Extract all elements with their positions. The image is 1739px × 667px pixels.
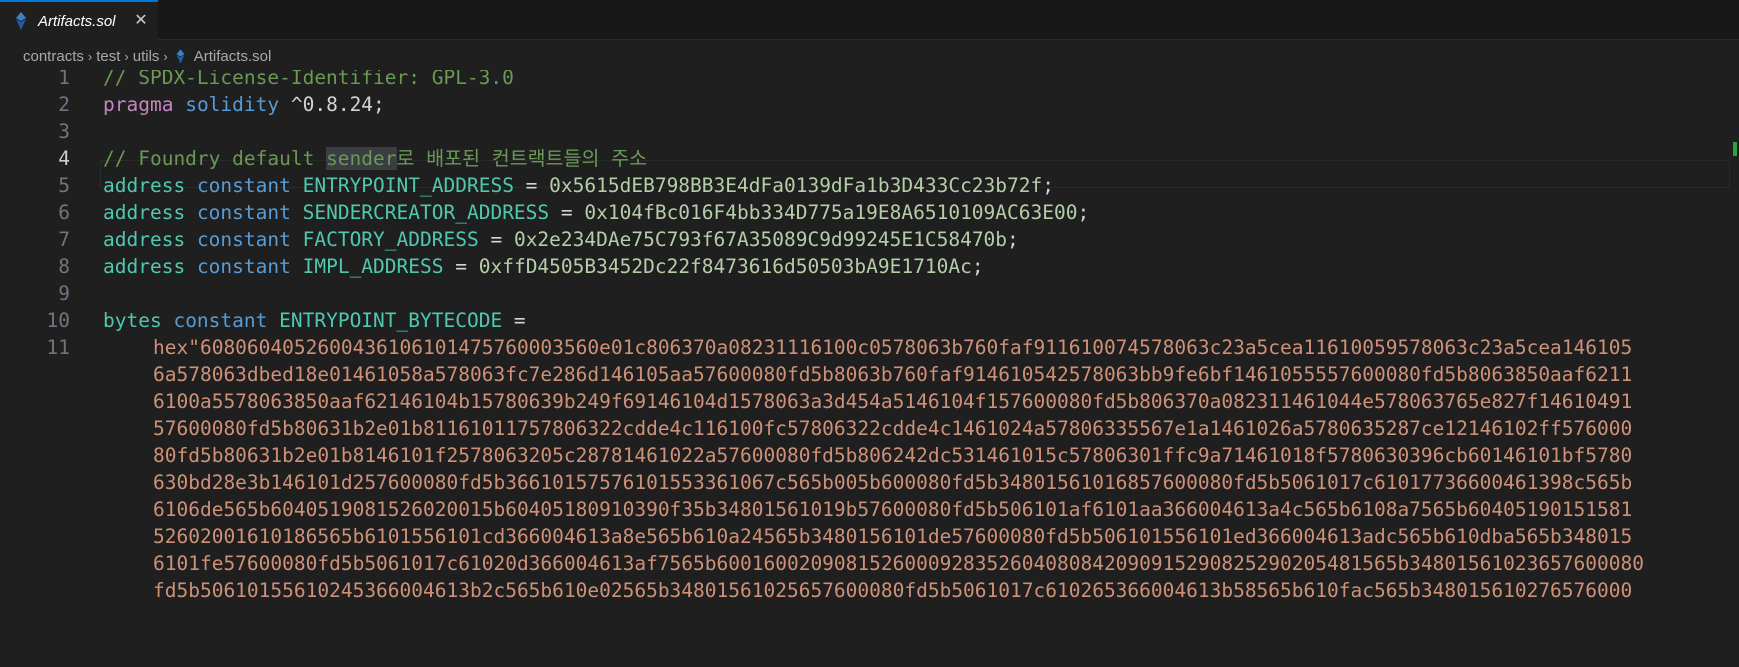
code-text: pragma solidity ^0.8.24; [103, 90, 385, 120]
hex-wrapped-line: 6101fe57600080fd5b5061017c61020d36600461… [153, 552, 1644, 575]
solidity-file-icon [16, 12, 26, 30]
code-line[interactable]: 9 [0, 279, 1739, 309]
code-text: // Foundry default sender로 배포된 컨트랙트들의 주소 [103, 144, 647, 174]
code-token: 0x2e234DAe75C793f67A35089C9d99245E1C5847… [513, 228, 1008, 251]
code-token: ; [1042, 174, 1055, 197]
tab-label: Artifacts.sol [38, 12, 116, 30]
chevron-right-icon: › [124, 48, 129, 64]
line-number: 3 [58, 120, 70, 143]
hex-wrapped-line: 6100a5578063850aaf62146104b15780639b249f… [153, 390, 1633, 413]
breadcrumb-utils[interactable]: utils [133, 48, 160, 65]
line-number: 4 [58, 147, 70, 170]
code-token: address [103, 201, 186, 224]
code-token: constant [173, 309, 268, 332]
solidity-file-icon [176, 48, 185, 64]
code-token: ENTRYPOINT_ADDRESS [302, 174, 514, 197]
code-token: 0x5615dEB798BB3E4dFa0139dFa1b3D433Cc23b7… [549, 174, 1043, 197]
code-token: 0x104fBc016F4bb334D775a19E8A6510109AC63E… [584, 201, 1078, 224]
line-number: 9 [58, 282, 70, 305]
code-token: address [103, 255, 186, 278]
code-token: ; [1077, 201, 1090, 224]
tab-bar: Artifacts.sol ✕ [0, 0, 1739, 40]
close-icon[interactable]: ✕ [132, 12, 150, 30]
line-number: 11 [46, 336, 70, 359]
hex-wrapped-line: fd5b50610155610245366004613b2c565b610e02… [153, 579, 1633, 602]
chevron-right-icon: › [163, 48, 168, 64]
code-token: address [103, 228, 186, 251]
line-number: 2 [58, 93, 70, 116]
line-number: 5 [58, 174, 70, 197]
breadcrumb-file[interactable]: Artifacts.sol [194, 48, 272, 65]
code-token: IMPL_ADDRESS [302, 255, 444, 278]
code-token: ; [971, 255, 984, 278]
line-number: 10 [46, 309, 70, 332]
tab-artifacts-sol[interactable]: Artifacts.sol ✕ [0, 0, 158, 40]
code-token: constant [196, 255, 291, 278]
code-token: = [549, 201, 585, 224]
code-token: 0xffD4505B3452Dc22f8473616d50503bA9E1710… [478, 255, 972, 278]
code-editor[interactable]: 1// SPDX-License-Identifier: GPL-3.0 2 pra… [0, 70, 1739, 667]
breadcrumb-test[interactable]: test [96, 48, 120, 65]
hex-wrapped-line: 6a578063dbed18e01461058a578063fc7e286d14… [153, 363, 1633, 386]
code-token: FACTORY_ADDRESS [302, 228, 479, 251]
hex-wrapped-line: hex"6080604052600436106101475760003560e0… [153, 336, 1633, 359]
breadcrumb: contracts › test › utils › Artifacts.sol [23, 44, 271, 68]
code-text: address constant FACTORY_ADDRESS = 0x2e2… [103, 225, 1019, 255]
code-text: address constant ENTRYPOINT_ADDRESS = 0x… [103, 171, 1054, 201]
code-token: = [513, 174, 550, 197]
code-token: bytes [103, 309, 162, 332]
hex-wrapped-line: 80fd5b80631b2e01b8146101f2578063205c2878… [153, 444, 1633, 467]
code-token: ENTRYPOINT_BYTECODE [279, 309, 503, 332]
hex-wrapped-line: 6106de565b6040519081526020015b6040518091… [153, 498, 1633, 521]
code-token: constant [196, 228, 291, 251]
code-token: solidity [185, 93, 280, 116]
code-token: // Foundry default [103, 147, 327, 170]
code-text: bytes constant ENTRYPOINT_BYTECODE = [103, 306, 526, 336]
code-token: constant [196, 174, 291, 197]
code-token: constant [196, 201, 291, 224]
code-line[interactable]: 6 address constant SENDERCREATOR_ADDRESS … [0, 198, 1739, 228]
code-line[interactable]: 8 address constant IMPL_ADDRESS = 0xffD45… [0, 252, 1739, 282]
code-token: ; [1007, 228, 1019, 251]
line-number: 6 [58, 201, 70, 224]
hex-wrapped-line: 57600080fd5b80631b2e01b81161011757806322… [153, 417, 1633, 440]
code-line[interactable]: 4 // Foundry default sender로 배포된 컨트랙트들의 주… [0, 144, 1739, 174]
code-text: address constant IMPL_ADDRESS = 0xffD450… [103, 252, 984, 282]
code-token: // SPDX-License-Identifier: GPL-3.0 [103, 70, 514, 89]
code-line[interactable]: 7 address constant FACTORY_ADDRESS = 0x2e… [0, 225, 1739, 255]
code-line[interactable]: 2 pragma solidity ^0.8.24; [0, 90, 1739, 120]
line-number: 8 [58, 255, 70, 278]
code-line[interactable]: 10 bytes constant ENTRYPOINT_BYTECODE = [0, 306, 1739, 336]
code-text: address constant SENDERCREATOR_ADDRESS =… [103, 198, 1089, 228]
chevron-right-icon: › [87, 48, 93, 64]
code-token: sender [326, 147, 397, 170]
hex-wrapped-line: 52602001610186565b6101556101cd366004613a… [153, 525, 1633, 548]
code-token: 로 배포된 컨트랙트들의 주소 [396, 147, 648, 170]
code-line[interactable]: 3 [0, 117, 1739, 147]
code-line[interactable]: 5 address constant ENTRYPOINT_ADDRESS = 0… [0, 171, 1739, 201]
code-token: = [443, 255, 479, 278]
breadcrumb-contracts[interactable]: contracts [23, 48, 84, 65]
code-token: SENDERCREATOR_ADDRESS [302, 201, 550, 224]
code-token: = [502, 309, 526, 332]
line-number: 7 [58, 228, 70, 251]
code-token: = [478, 228, 514, 251]
code-token: address [103, 174, 186, 197]
hex-wrapped-line: 630bd28e3b146101d257600080fd5b3661015757… [153, 471, 1633, 494]
code-token: ^0.8.24; [279, 93, 385, 116]
code-token: pragma [103, 93, 174, 116]
